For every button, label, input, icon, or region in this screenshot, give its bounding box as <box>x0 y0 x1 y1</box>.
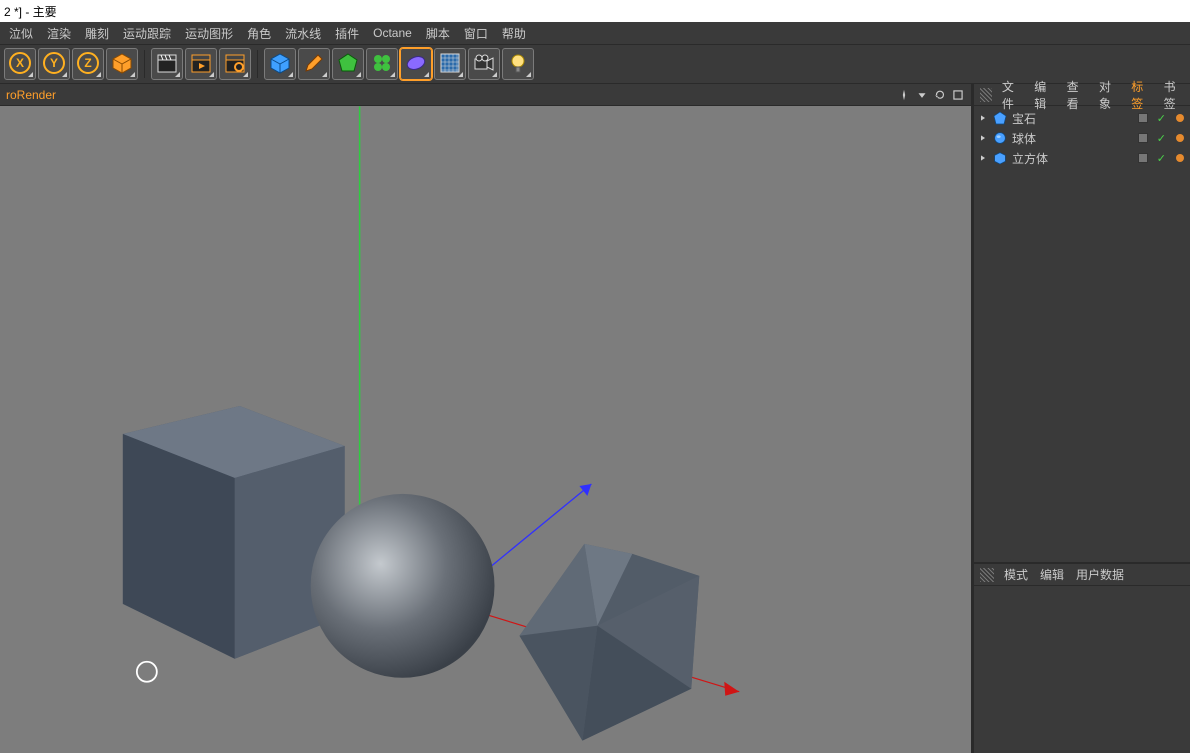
window-title: 2 *] - 主要 <box>4 3 57 20</box>
dropdown-corner-icon <box>175 72 180 77</box>
menu-item-2[interactable]: 雕刻 <box>78 23 116 44</box>
object-label: 球体 <box>1012 130 1048 147</box>
dropdown-corner-icon <box>526 72 531 77</box>
tag-dot-icon[interactable] <box>1176 114 1184 122</box>
attribute-manager-body <box>974 586 1190 753</box>
attr-menu-item[interactable]: 编辑 <box>1034 564 1070 585</box>
layer-swatch-icon[interactable] <box>1138 153 1148 163</box>
menu-item-6[interactable]: 流水线 <box>278 23 328 44</box>
object-manager-menubar: 文件编辑查看对象标签书签 <box>974 84 1190 106</box>
menu-item-4[interactable]: 运动图形 <box>178 23 240 44</box>
expand-icon[interactable] <box>978 114 988 122</box>
dropdown-corner-icon <box>96 72 101 77</box>
object-manager-panel: 文件编辑查看对象标签书签 宝石 ✓ 球体 ✓ 立方体 ✓ <box>974 84 1190 564</box>
menu-item-7[interactable]: 插件 <box>328 23 366 44</box>
toolbar-button-lightbulb[interactable] <box>502 48 534 80</box>
dropdown-corner-icon <box>492 72 497 77</box>
right-panel: 文件编辑查看对象标签书签 宝石 ✓ 球体 ✓ 立方体 ✓ 模式编辑用户数据 <box>972 84 1190 753</box>
attr-menu-item[interactable]: 模式 <box>998 564 1034 585</box>
menu-item-1[interactable]: 渲染 <box>40 23 78 44</box>
expand-icon[interactable] <box>978 134 988 142</box>
gem-icon <box>992 110 1008 126</box>
toolbar-button-axis-x[interactable]: X <box>4 48 36 80</box>
toolbar-button-axis-z[interactable]: Z <box>72 48 104 80</box>
refresh-icon[interactable] <box>933 88 947 102</box>
toolbar-button-bean-purple[interactable] <box>400 48 432 80</box>
svg-text:Z: Z <box>84 56 91 70</box>
viewport-title-icons <box>897 88 965 102</box>
visibility-check-icon[interactable]: ✓ <box>1157 152 1166 165</box>
dropdown-corner-icon <box>130 72 135 77</box>
toolbar-group-1 <box>147 48 255 80</box>
dropdown-corner-icon <box>28 72 33 77</box>
menu-item-10[interactable]: 窗口 <box>457 23 495 44</box>
viewport-3d-canvas[interactable] <box>0 106 971 753</box>
object-label: 立方体 <box>1012 150 1048 167</box>
attr-menu-item[interactable]: 用户数据 <box>1070 564 1130 585</box>
dropdown-corner-icon <box>390 72 395 77</box>
object-row-cube[interactable]: 立方体 ✓ <box>974 148 1190 168</box>
layer-swatch-icon[interactable] <box>1138 133 1148 143</box>
visibility-check-icon[interactable]: ✓ <box>1157 112 1166 125</box>
sphere-icon <box>992 130 1008 146</box>
toolbar-button-cube-blue[interactable] <box>264 48 296 80</box>
object-row-gem[interactable]: 宝石 ✓ <box>974 108 1190 128</box>
down-icon[interactable] <box>915 88 929 102</box>
toolbar-button-clapper-basic[interactable] <box>151 48 183 80</box>
cube-icon <box>992 150 1008 166</box>
viewport-area: roRender <box>0 84 972 753</box>
panel-grip-icon[interactable] <box>980 88 992 102</box>
dropdown-corner-icon <box>243 72 248 77</box>
panel-grip-icon[interactable] <box>980 568 994 582</box>
workspace: roRender <box>0 84 1190 753</box>
menu-item-0[interactable]: 泣似 <box>2 23 40 44</box>
viewport-3d[interactable] <box>0 106 971 753</box>
dropdown-corner-icon <box>62 72 67 77</box>
attribute-manager-panel: 模式编辑用户数据 <box>974 564 1190 753</box>
toolbar-button-clapper-gear[interactable] <box>219 48 251 80</box>
viewport-titlebar: roRender <box>0 84 971 106</box>
toolbar-button-clapper-play[interactable] <box>185 48 217 80</box>
toolbar-button-pen[interactable] <box>298 48 330 80</box>
menu-item-5[interactable]: 角色 <box>240 23 278 44</box>
viewport-title-label: roRender <box>6 88 56 102</box>
tag-dot-icon[interactable] <box>1176 134 1184 142</box>
toolbar-button-grid[interactable] <box>434 48 466 80</box>
main-menubar: 泣似渲染雕刻运动跟踪运动图形角色流水线插件Octane脚本窗口帮助 <box>0 22 1190 44</box>
toolbar-group-0: X Y Z <box>0 48 142 80</box>
tag-dot-icon[interactable] <box>1176 154 1184 162</box>
dropdown-corner-icon <box>288 72 293 77</box>
menu-item-3[interactable]: 运动跟踪 <box>116 23 178 44</box>
attribute-manager-menubar: 模式编辑用户数据 <box>974 564 1190 586</box>
menu-item-8[interactable]: Octane <box>366 24 419 42</box>
dropdown-corner-icon <box>322 72 327 77</box>
dropdown-corner-icon <box>458 72 463 77</box>
toolbar-separator <box>144 50 145 78</box>
toolbar-group-2 <box>260 48 538 80</box>
object-label: 宝石 <box>1012 110 1048 127</box>
compass-icon[interactable] <box>897 88 911 102</box>
visibility-check-icon[interactable]: ✓ <box>1157 132 1166 145</box>
toolbar-button-clover[interactable] <box>366 48 398 80</box>
toolbar-button-video-camera[interactable] <box>468 48 500 80</box>
dropdown-corner-icon <box>209 72 214 77</box>
toolbar-button-cube-orange[interactable] <box>106 48 138 80</box>
svg-text:Y: Y <box>50 56 58 70</box>
svg-text:X: X <box>16 56 24 70</box>
layer-swatch-icon[interactable] <box>1138 113 1148 123</box>
window-titlebar: 2 *] - 主要 <box>0 0 1190 22</box>
maximize-icon[interactable] <box>951 88 965 102</box>
dropdown-corner-icon <box>356 72 361 77</box>
object-list[interactable]: 宝石 ✓ 球体 ✓ 立方体 ✓ <box>974 106 1190 562</box>
scene-sphere[interactable] <box>311 494 495 678</box>
toolbar-button-axis-y[interactable]: Y <box>38 48 70 80</box>
menu-item-9[interactable]: 脚本 <box>419 23 457 44</box>
toolbar-button-polygon-green[interactable] <box>332 48 364 80</box>
toolbar-separator <box>257 50 258 78</box>
menu-item-11[interactable]: 帮助 <box>495 23 533 44</box>
object-row-sphere[interactable]: 球体 ✓ <box>974 128 1190 148</box>
expand-icon[interactable] <box>978 154 988 162</box>
dropdown-corner-icon <box>424 72 429 77</box>
